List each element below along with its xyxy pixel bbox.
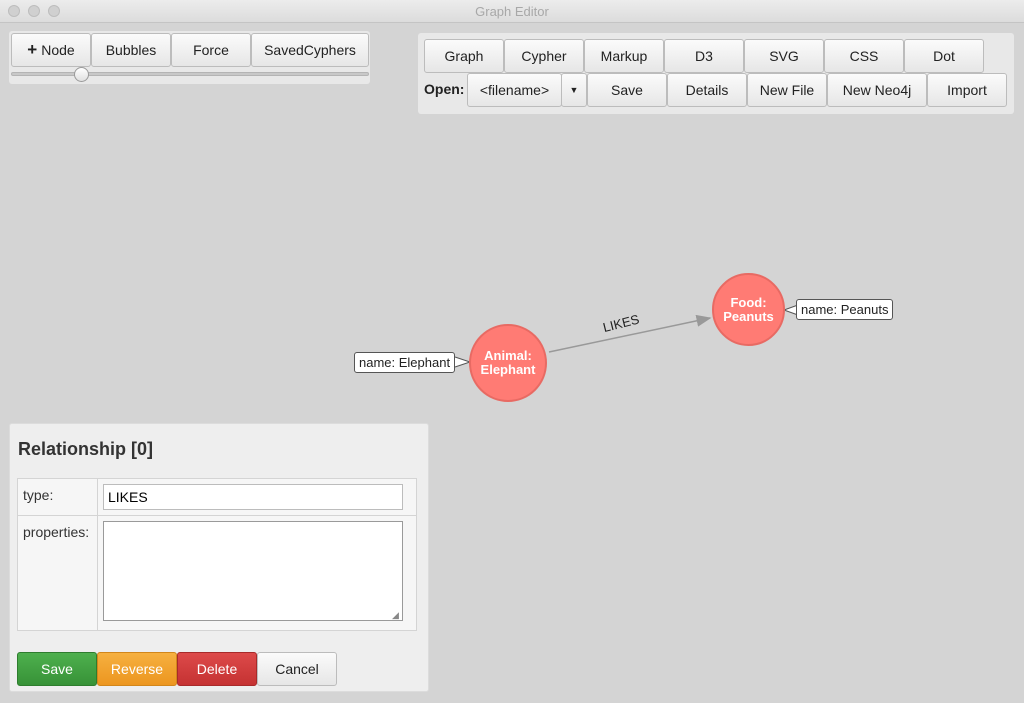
column-divider (97, 478, 98, 631)
properties-textarea[interactable] (103, 521, 403, 621)
node-label-line1: Animal: (484, 348, 532, 363)
node-food-peanuts[interactable]: Food: Peanuts (712, 273, 785, 346)
row-divider (17, 515, 417, 516)
elephant-tooltip-pointer (454, 356, 472, 368)
cancel-button[interactable]: Cancel (257, 652, 337, 686)
type-label: type: (23, 487, 54, 503)
node-label-line2: Elephant (480, 362, 536, 377)
properties-label: properties: (23, 524, 90, 540)
node-label-line1: Food: (730, 294, 767, 310)
relationship-title: Relationship [0] (18, 439, 154, 459)
type-input[interactable] (103, 484, 403, 510)
node-property-tooltip: name: Peanuts (796, 299, 894, 320)
node-animal-elephant[interactable]: Animal: Elephant (469, 324, 547, 402)
reverse-relationship-button[interactable]: Reverse (97, 652, 177, 686)
resize-grip-icon[interactable]: ◢ (392, 610, 399, 621)
node-property-tooltip: name: Elephant (354, 352, 456, 373)
node-label-line2: Peanuts (723, 308, 774, 324)
save-relationship-button[interactable]: Save (17, 652, 97, 686)
delete-relationship-button[interactable]: Delete (177, 652, 257, 686)
